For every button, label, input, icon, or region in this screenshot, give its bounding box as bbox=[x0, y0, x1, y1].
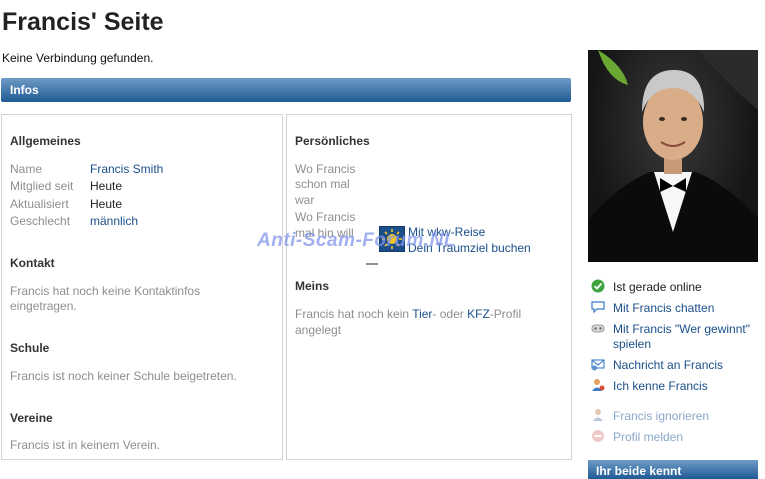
online-status-text: Ist gerade online bbox=[613, 280, 702, 294]
updated-value: Heute bbox=[90, 197, 123, 211]
kfz-profile-link[interactable]: KFZ bbox=[467, 307, 490, 321]
page-title: Francis' Seite bbox=[2, 8, 164, 36]
message-icon bbox=[591, 357, 605, 371]
tier-profile-link[interactable]: Tier bbox=[412, 307, 432, 321]
school-text: Francis ist noch keiner Schule beigetret… bbox=[10, 369, 237, 383]
personal-heading: Persönliches bbox=[295, 134, 370, 148]
report-link[interactable]: Profil melden bbox=[613, 430, 683, 444]
ignore-icon bbox=[591, 408, 605, 422]
contact-heading: Kontakt bbox=[10, 256, 55, 270]
clubs-heading: Vereine bbox=[10, 411, 53, 425]
general-heading: Allgemeines bbox=[10, 134, 81, 148]
school-heading: Schule bbox=[10, 341, 50, 355]
both-know-bar: Ihr beide kennt bbox=[588, 460, 758, 479]
profile-photo bbox=[588, 50, 758, 262]
gender-value-link[interactable]: männlich bbox=[90, 214, 138, 228]
game-link-line1[interactable]: Mit Francis "Wer gewinnt" bbox=[613, 322, 750, 336]
name-label: Name bbox=[10, 162, 43, 176]
mine-text-prefix: Francis hat noch kein bbox=[295, 307, 413, 321]
report-icon bbox=[591, 429, 605, 443]
member-since-label: Mitglied seit bbox=[10, 179, 74, 193]
wants-to-go-label-line1: Wo Francis bbox=[295, 210, 356, 224]
game-link-line2[interactable]: spielen bbox=[613, 337, 651, 351]
mine-text: Francis hat noch kein Tier- oder KFZ-Pro… bbox=[295, 307, 521, 321]
updated-label: Aktualisiert bbox=[10, 197, 69, 211]
ignore-link[interactable]: Francis ignorieren bbox=[613, 409, 709, 423]
member-since-value: Heute bbox=[90, 179, 123, 193]
contact-text: Francis hat noch keine Kontaktinfos eing… bbox=[10, 284, 201, 313]
know-link[interactable]: Ich kenne Francis bbox=[613, 379, 708, 393]
check-circle-icon bbox=[591, 279, 605, 293]
mine-text-mid: - oder bbox=[432, 307, 468, 321]
mine-heading: Meins bbox=[295, 279, 330, 293]
gender-label: Geschlecht bbox=[10, 214, 71, 228]
chat-bubble-icon bbox=[591, 300, 605, 314]
name-value-link[interactable]: Francis Smith bbox=[90, 162, 163, 176]
game-icon bbox=[591, 321, 605, 335]
mine-text-line2: angelegt bbox=[295, 323, 342, 337]
clubs-text: Francis ist in keinem Verein. bbox=[10, 438, 161, 452]
message-link[interactable]: Nachricht an Francis bbox=[613, 358, 723, 372]
chat-link[interactable]: Mit Francis chatten bbox=[613, 301, 714, 315]
infos-section-label: Infos bbox=[10, 83, 39, 97]
collapsed-divider bbox=[366, 263, 378, 265]
mine-text-suffix: -Profil bbox=[489, 307, 522, 321]
contact-icon bbox=[591, 378, 605, 392]
connection-status: Keine Verbindung gefunden. bbox=[2, 51, 154, 65]
been-to-label-line3: war bbox=[295, 193, 315, 207]
infos-section-bar: Infos bbox=[1, 78, 571, 102]
both-know-label: Ihr beide kennt bbox=[596, 464, 682, 478]
watermark-text: Anti-Scam-Forum.NL bbox=[257, 230, 456, 251]
been-to-label-line1: Wo Francis bbox=[295, 162, 356, 176]
been-to-label-line2: schon mal bbox=[295, 177, 350, 191]
